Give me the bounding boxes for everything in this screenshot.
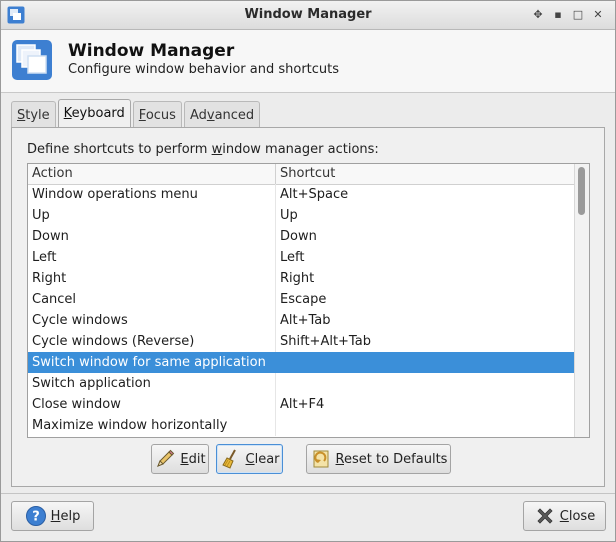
tab-keyboard[interactable]: Keyboard	[57, 99, 131, 127]
shade-icon[interactable]: ✥	[529, 6, 547, 24]
column-divider	[275, 415, 276, 436]
shortcut-actions: Edit Clear Reset to Defaults	[12, 444, 604, 476]
column-divider	[275, 226, 276, 247]
shortcut-cell: Shift+Alt+Tab	[280, 334, 371, 349]
svg-text:?: ?	[32, 510, 40, 525]
action-cell: Down	[32, 229, 69, 244]
vertical-scrollbar[interactable]	[574, 164, 589, 437]
action-cell: Switch window for same application	[32, 355, 266, 370]
action-cell: Left	[32, 250, 57, 265]
action-cell: Switch application	[32, 376, 151, 391]
column-divider	[275, 205, 276, 226]
shortcuts-table[interactable]: Action Shortcut Window operations menu Al…	[27, 163, 590, 438]
table-row[interactable]: Right Right	[28, 268, 576, 289]
title-bar[interactable]: Window Manager ✥ ▪ □ ✕	[1, 1, 615, 30]
clear-button[interactable]: Clear	[216, 444, 283, 474]
table-row[interactable]: Left Left	[28, 247, 576, 268]
column-header-action[interactable]: Action	[32, 166, 73, 181]
pencil-icon	[157, 449, 175, 467]
table-row[interactable]: Cycle windows Alt+Tab	[28, 310, 576, 331]
header-title: Window Manager	[68, 41, 235, 61]
action-cell: Maximize window horizontally	[32, 418, 228, 433]
table-row[interactable]: Switch window for same application	[28, 352, 576, 373]
dialog-header: Window Manager Configure window behavior…	[1, 30, 615, 93]
table-row[interactable]: Cycle windows (Reverse) Shift+Alt+Tab	[28, 331, 576, 352]
table-row[interactable]: Cancel Escape	[28, 289, 576, 310]
table-row[interactable]: Up Up	[28, 205, 576, 226]
tab-bar: Style Keyboard Focus Advanced	[11, 99, 262, 127]
shortcut-cell: Alt+F4	[280, 397, 325, 412]
window-manager-dialog: Window Manager ✥ ▪ □ ✕ Window Manager Co…	[0, 0, 616, 542]
column-divider	[275, 310, 276, 331]
action-cell: Window operations menu	[32, 187, 198, 202]
tab-advanced[interactable]: Advanced	[183, 101, 261, 127]
action-cell: Close window	[32, 397, 121, 412]
table-row[interactable]: Switch application	[28, 373, 576, 394]
table-row[interactable]: Down Down	[28, 226, 576, 247]
revert-icon	[313, 450, 329, 468]
shortcut-cell: Escape	[280, 292, 327, 307]
close-button[interactable]: Close	[523, 501, 606, 531]
column-divider	[275, 289, 276, 310]
column-divider	[275, 247, 276, 268]
table-header: Action Shortcut	[28, 164, 576, 185]
footer-divider	[1, 493, 615, 494]
action-cell: Cancel	[32, 292, 77, 307]
column-divider	[275, 164, 276, 184]
tab-style[interactable]: Style	[11, 101, 56, 127]
column-divider	[275, 184, 276, 205]
help-button[interactable]: ? Help	[11, 501, 94, 531]
reset-to-defaults-button[interactable]: Reset to Defaults	[306, 444, 451, 474]
column-header-shortcut[interactable]: Shortcut	[280, 166, 335, 181]
window-title: Window Manager	[244, 7, 372, 22]
shortcut-cell: Left	[280, 250, 305, 265]
minimize-icon[interactable]: ▪	[549, 6, 567, 24]
shortcut-cell: Alt+Tab	[280, 313, 331, 328]
tab-focus[interactable]: Focus	[132, 101, 182, 127]
action-cell: Up	[32, 208, 50, 223]
action-cell: Cycle windows	[32, 313, 128, 328]
header-subtitle: Configure window behavior and shortcuts	[68, 62, 340, 77]
shortcut-cell: Right	[280, 271, 315, 286]
maximize-icon[interactable]: □	[569, 6, 587, 24]
window-manager-large-icon	[12, 40, 52, 80]
column-divider	[275, 373, 276, 394]
shortcut-cell: Up	[280, 208, 298, 223]
close-icon	[537, 508, 553, 524]
help-icon: ?	[25, 506, 46, 526]
scrollbar-thumb[interactable]	[578, 167, 585, 215]
broom-icon	[221, 449, 236, 469]
column-divider	[275, 331, 276, 352]
column-divider	[275, 268, 276, 289]
shortcut-cell: Alt+Space	[280, 187, 349, 202]
table-row[interactable]: Maximize window horizontally	[28, 415, 576, 436]
shortcut-cell: Down	[280, 229, 317, 244]
table-row[interactable]: Window operations menu Alt+Space	[28, 184, 576, 205]
table-row[interactable]: Close window Alt+F4	[28, 394, 576, 415]
close-window-icon[interactable]: ✕	[589, 6, 607, 24]
shortcuts-description: Define shortcuts to perform window manag…	[27, 142, 379, 157]
keyboard-panel: Define shortcuts to perform window manag…	[11, 127, 605, 487]
edit-button[interactable]: Edit	[151, 444, 209, 474]
action-cell: Right	[32, 271, 67, 286]
action-cell: Cycle windows (Reverse)	[32, 334, 195, 349]
column-divider	[275, 352, 276, 373]
table-body: Window operations menu Alt+Space Up Up Down D…	[28, 184, 576, 436]
column-divider	[275, 394, 276, 415]
